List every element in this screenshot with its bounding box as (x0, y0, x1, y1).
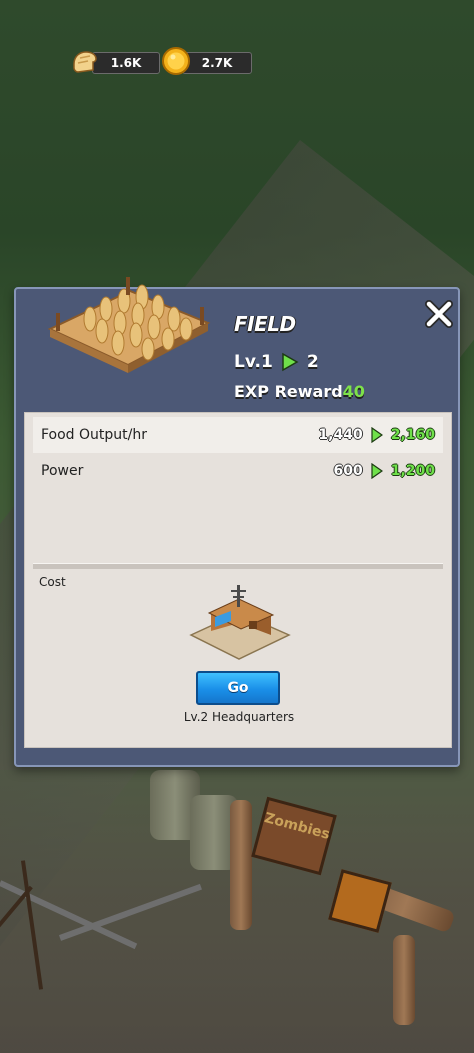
cost-label: Cost (39, 575, 66, 589)
divider (33, 563, 443, 569)
background-pipe (230, 800, 252, 930)
gold-amount: 2.7K (201, 56, 233, 70)
go-button[interactable]: Go (196, 671, 280, 705)
bread-icon (73, 51, 97, 73)
exp-reward: EXP Reward40 (234, 382, 365, 401)
upgrade-details: Food Output/hr 1,440 2,160 Power 600 1,2… (24, 412, 452, 748)
building-upgrade-panel: FIELD Lv.1 2 EXP Reward40 Food Output/hr… (14, 277, 460, 767)
stat-label: Food Output/hr (41, 427, 147, 443)
arrow-right-icon (371, 463, 383, 479)
next-level: 2 (306, 352, 319, 372)
background-pipe (393, 935, 415, 1025)
gold-resource-bar: 2.7K (182, 52, 252, 74)
food-resource-bar: 1.6K (92, 52, 160, 74)
stat-row-food-output: Food Output/hr 1,440 2,160 (33, 417, 443, 453)
stat-next-value: 2,160 (390, 427, 435, 443)
stat-label: Power (41, 463, 84, 479)
headquarters-building-image (189, 585, 291, 660)
building-title: FIELD (234, 312, 296, 336)
exp-reward-value: 40 (342, 382, 365, 401)
stat-row-power: Power 600 1,200 (33, 453, 443, 489)
coin-icon (162, 47, 190, 75)
arrow-right-icon (282, 352, 299, 372)
close-icon[interactable] (424, 299, 454, 329)
food-amount: 1.6K (110, 56, 142, 70)
stat-current-value: 1,440 (318, 427, 363, 443)
exp-reward-label: EXP Reward (234, 382, 343, 401)
arrow-right-icon (371, 427, 383, 443)
stat-next-value: 1,200 (390, 463, 435, 479)
current-level: Lv.1 (234, 352, 273, 372)
field-building-image (47, 277, 211, 373)
stat-current-value: 600 (333, 463, 363, 479)
requirement-label: Lv.2 Headquarters (183, 710, 295, 724)
level-progress: Lv.1 2 (234, 352, 319, 372)
